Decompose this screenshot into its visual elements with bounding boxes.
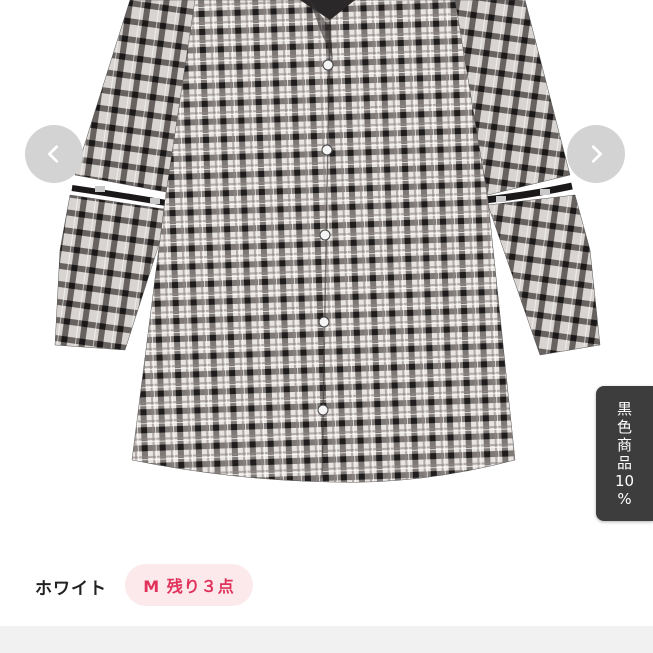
- promo-char: 黒: [616, 399, 632, 418]
- bottom-divider: [0, 626, 653, 653]
- color-stock-row: ホワイト M 残り３点: [0, 562, 653, 608]
- chevron-right-icon: [591, 145, 602, 163]
- promo-char: 商: [616, 435, 632, 454]
- stock-badge: M 残り３点: [125, 564, 253, 606]
- product-page: 黒 色 商 品 10 % ホワイト M 残り３点: [0, 0, 653, 653]
- carousel-prev-button[interactable]: [25, 125, 83, 183]
- chevron-left-icon: [48, 145, 59, 163]
- promo-char: 10: [614, 471, 635, 490]
- product-image: [54, 0, 601, 483]
- promo-char: %: [617, 489, 632, 508]
- promo-side-tab[interactable]: 黒 色 商 品 10 %: [596, 386, 653, 521]
- promo-char: 色: [616, 417, 632, 436]
- color-name: ホワイト: [35, 579, 107, 599]
- carousel-next-button[interactable]: [567, 125, 625, 183]
- promo-char: 品: [616, 453, 632, 472]
